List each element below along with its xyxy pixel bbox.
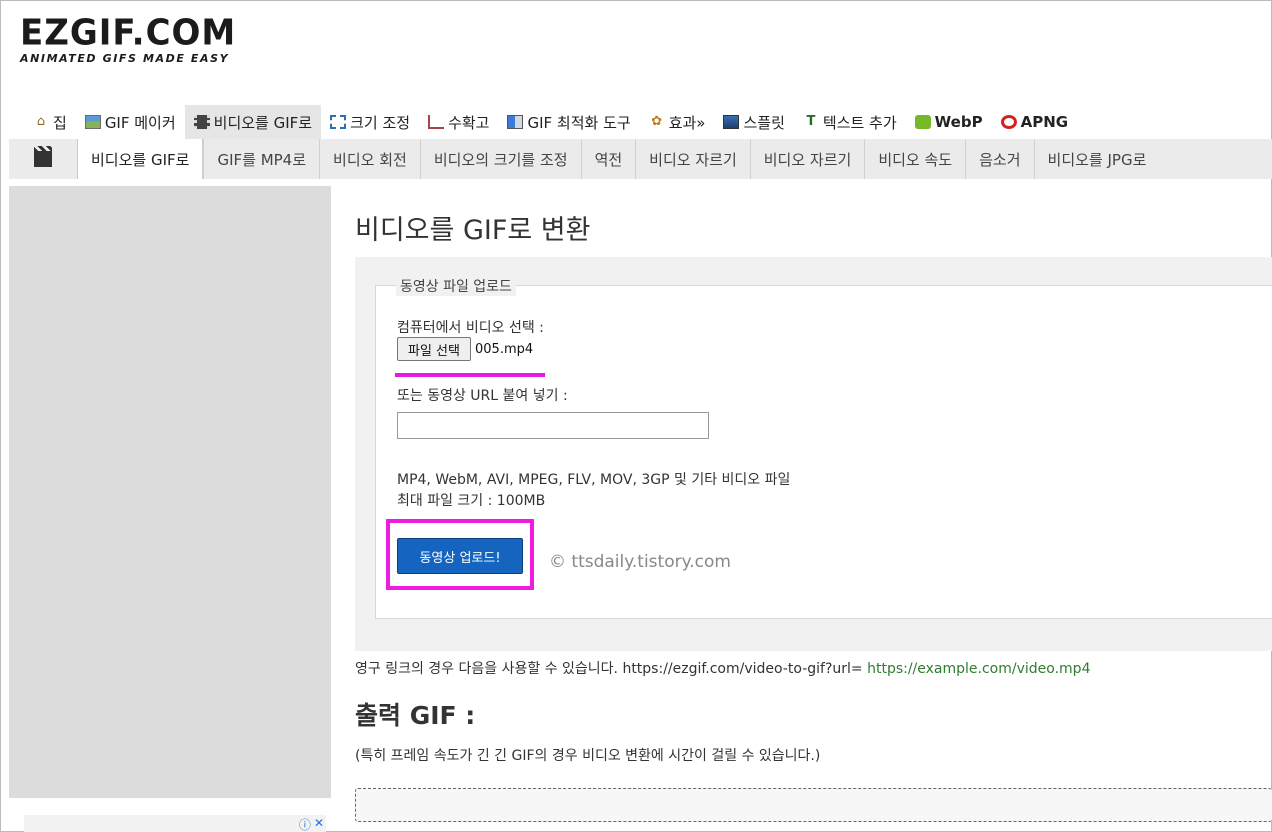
nav-item-label: 수확고 [448, 113, 490, 132]
image-icon [84, 115, 101, 129]
upload-panel: 동영상 파일 업로드 컴퓨터에서 비디오 선택 : 파일 선택 005.mp4 … [355, 257, 1272, 651]
tab-cut-video[interactable]: 비디오 자르기 [635, 139, 750, 179]
nav-item-label: 스플릿 [743, 113, 785, 132]
output-note: (특히 프레임 속도가 긴 긴 GIF의 경우 비디오 변환에 시간이 걸릴 수… [355, 748, 821, 764]
nav-item-gif-maker[interactable]: GIF 메이커 [76, 105, 185, 139]
upload-video-button[interactable]: 동영상 업로드! [397, 538, 523, 574]
nav-item-label: 집 [53, 113, 67, 132]
nav-item-label: 효과» [668, 113, 706, 132]
nav-item-optimize[interactable]: GIF 최적화 도구 [498, 105, 639, 139]
permalink-prefix: 영구 링크의 경우 다음을 사용할 수 있습니다. https://ezgif.… [355, 661, 868, 677]
tab-resize-video[interactable]: 비디오의 크기를 조정 [419, 139, 581, 179]
nav-item-crop[interactable]: 수확고 [419, 105, 498, 139]
watermark-text: © ttsdaily.tistory.com [549, 552, 731, 572]
nav-item-label: APNG [1020, 113, 1069, 131]
nav-item-label: WebP [934, 113, 983, 131]
home-icon: ⌂ [36, 114, 46, 129]
film-icon [193, 115, 210, 129]
video-url-input[interactable] [397, 412, 709, 439]
nav-item-video-to-gif[interactable]: 비디오를 GIF로 [184, 105, 322, 139]
output-title: 출력 GIF : [355, 701, 476, 730]
nav-item-label: GIF 최적화 도구 [527, 113, 631, 132]
nav-item-label: 크기 조정 [350, 113, 411, 132]
output-gif-area [355, 788, 1272, 822]
nav-item-apng[interactable]: APNG [992, 105, 1077, 139]
apng-icon [1000, 115, 1017, 129]
nav-item-webp[interactable]: WebP [906, 105, 992, 139]
choose-file-button[interactable]: 파일 선택 [397, 337, 471, 361]
sub-nav: 비디오를 GIF로 GIF를 MP4로 비디오 회전 비디오의 크기를 조정 역… [9, 139, 1272, 179]
sidebar-ad[interactable] [9, 186, 331, 798]
split-icon [723, 115, 740, 129]
optimize-icon [507, 115, 524, 129]
resize-icon [330, 115, 347, 129]
highlight-underline [395, 373, 545, 377]
tab-mute-video[interactable]: 음소거 [965, 139, 1033, 179]
info-icon[interactable]: ⓘ [299, 816, 311, 832]
nav-item-label: 텍스트 추가 [822, 113, 897, 132]
nav-item-home[interactable]: ⌂ 집 [24, 105, 76, 139]
crop-icon [428, 115, 445, 129]
close-icon[interactable]: ✕ [314, 816, 324, 832]
tab-video-speed[interactable]: 비디오 속도 [864, 139, 965, 179]
selected-file-name: 005.mp4 [475, 342, 534, 357]
palette-icon: ✿ [651, 114, 663, 129]
file-select-label: 컴퓨터에서 비디오 선택 : [397, 320, 544, 336]
bottom-ad[interactable]: ⓘ ✕ [24, 815, 326, 832]
supported-formats-text: MP4, WebM, AVI, MPEG, FLV, MOV, 3GP 및 기타… [397, 472, 791, 488]
upload-fieldset: 동영상 파일 업로드 컴퓨터에서 비디오 선택 : 파일 선택 005.mp4 … [375, 276, 1272, 619]
main-nav: ⌂ 집 GIF 메이커 비디오를 GIF로 크기 조정 수확고 GIF 최적화 … [24, 105, 1077, 139]
permalink-example-link[interactable]: https://example.com/video.mp4 [867, 661, 1090, 677]
text-icon: T [806, 114, 816, 129]
page-title: 비디오를 GIF로 변환 [355, 215, 591, 246]
logo-main-text: EZGIF.COM [20, 12, 237, 55]
clapperboard-icon-cell [9, 139, 77, 179]
tab-gif-to-mp4[interactable]: GIF를 MP4로 [203, 139, 319, 179]
permalink-text: 영구 링크의 경우 다음을 사용할 수 있습니다. https://ezgif.… [355, 658, 1090, 678]
tab-video-to-gif[interactable]: 비디오를 GIF로 [77, 139, 204, 179]
nav-item-add-text[interactable]: T 텍스트 추가 [794, 105, 906, 139]
tab-crop-video[interactable]: 비디오 자르기 [749, 139, 865, 179]
nav-item-resize[interactable]: 크기 조정 [321, 105, 419, 139]
nav-item-label: GIF 메이커 [104, 113, 176, 132]
nav-item-effects[interactable]: ✿ 효과» [640, 105, 715, 139]
url-label: 또는 동영상 URL 붙여 넣기 : [397, 388, 568, 404]
upload-legend: 동영상 파일 업로드 [396, 276, 516, 296]
site-logo[interactable]: EZGIF.COM ANIMATED GIFS MADE EASY [20, 12, 260, 65]
tab-reverse-video[interactable]: 역전 [580, 139, 636, 179]
max-file-size-text: 최대 파일 크기 : 100MB [397, 493, 546, 509]
nav-item-split[interactable]: 스플릿 [714, 105, 793, 139]
ad-controls: ⓘ ✕ [299, 816, 324, 832]
nav-item-label: 비디오를 GIF로 [213, 113, 313, 132]
tab-video-to-jpg[interactable]: 비디오를 JPG로 [1033, 139, 1160, 179]
clapperboard-icon [34, 146, 52, 167]
webp-icon [914, 115, 931, 129]
tab-rotate-video[interactable]: 비디오 회전 [319, 139, 420, 179]
